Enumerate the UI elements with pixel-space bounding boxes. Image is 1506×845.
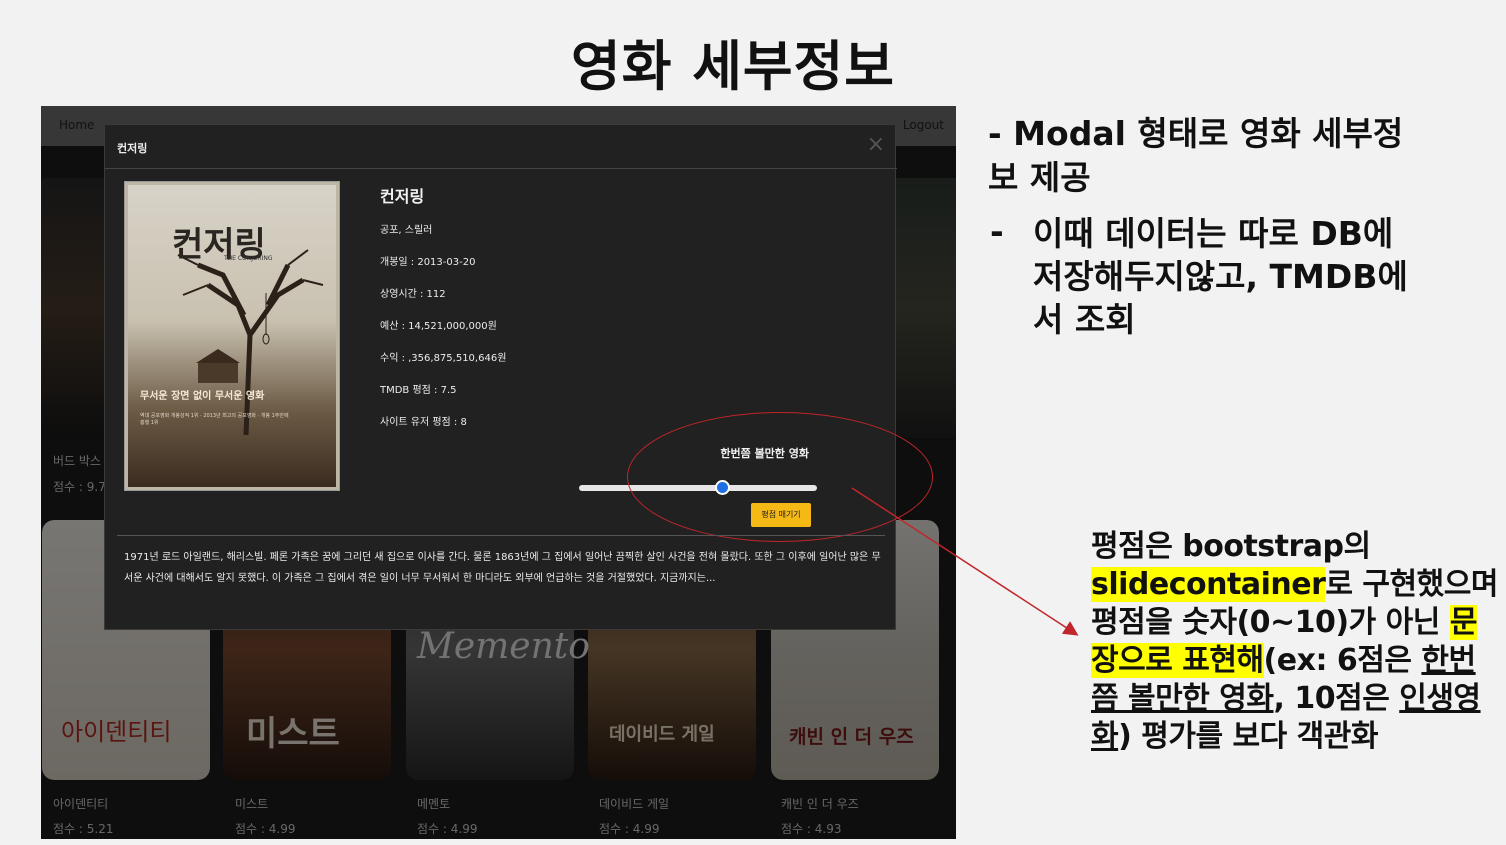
poster-image: 컨저링 THE CONJURING 무서운 장면 없이 무서운 영화 역대 공포… xyxy=(128,185,336,487)
modal-divider xyxy=(117,535,885,536)
app-screenshot: Home Logout 버드 박스 점수 : 9.74 아이덴티티 점수 xyxy=(41,106,956,839)
runtime: 상영시간 : 112 xyxy=(380,289,446,300)
slide: 영화 세부정보 Home Logout 버드 박스 점수 : 9.74 xyxy=(0,0,1506,845)
tmdb-rating: TMDB 평점 : 7.5 xyxy=(380,385,457,396)
movie-overview: 1971년 로드 아일랜드, 해리스빌. 페론 가족은 꿈에 그리던 새 집으로… xyxy=(124,552,881,584)
rating-note: 평점은 bootstrap의 slidecontainer로 구현했으며 평점을… xyxy=(1091,528,1501,756)
note-highlight: slidecontainer xyxy=(1091,567,1326,602)
note-text: , 10점은 xyxy=(1273,681,1400,716)
movie-genre: 공포, 스릴러 xyxy=(380,225,433,236)
close-icon[interactable]: × xyxy=(867,134,885,156)
note-text: 평점은 bootstrap의 xyxy=(1091,529,1371,564)
movie-poster: 컨저링 THE CONJURING 무서운 장면 없이 무서운 영화 역대 공포… xyxy=(124,181,340,491)
modal-header: 컨저링 × xyxy=(105,125,897,169)
release-date: 개봉일 : 2013-03-20 xyxy=(380,257,476,268)
note-text: ) 평가를 보다 객관화 xyxy=(1118,719,1378,754)
movie-detail-modal: 컨저링 × 컨저링 THE CONJURING 무서운 장면 없이 무서운 영화… xyxy=(104,124,933,630)
annotation-ellipse xyxy=(627,412,933,542)
modal-title: 컨저링 xyxy=(117,142,148,155)
bullet-tmdb: 이때 데이터는 따로 DB에 저장해두지않고, TMDB에서 조회 xyxy=(1033,214,1408,339)
note-text: (ex: 6점은 xyxy=(1263,643,1422,678)
movie-title: 컨저링 xyxy=(380,187,425,206)
poster-title-eng: THE CONJURING xyxy=(224,255,273,262)
site-user-rating: 사이트 유저 평점 : 8 xyxy=(380,417,467,428)
revenue: 수익 : ,356,875,510,646원 xyxy=(380,353,507,364)
slide-title: 영화 세부정보 xyxy=(571,35,895,98)
bullet-modal: - Modal 형태로 영화 세부정보 제공 xyxy=(988,114,1404,197)
poster-tagline: 무서운 장면 없이 무서운 영화 xyxy=(140,391,265,402)
bullet-dash: - xyxy=(990,212,1004,251)
budget: 예산 : 14,521,000,000원 xyxy=(380,321,497,332)
poster-fine-print: 역대 공포영화 개봉성적 1위 · 2013년 최고의 공포영화 · 개봉 1주… xyxy=(140,413,289,426)
